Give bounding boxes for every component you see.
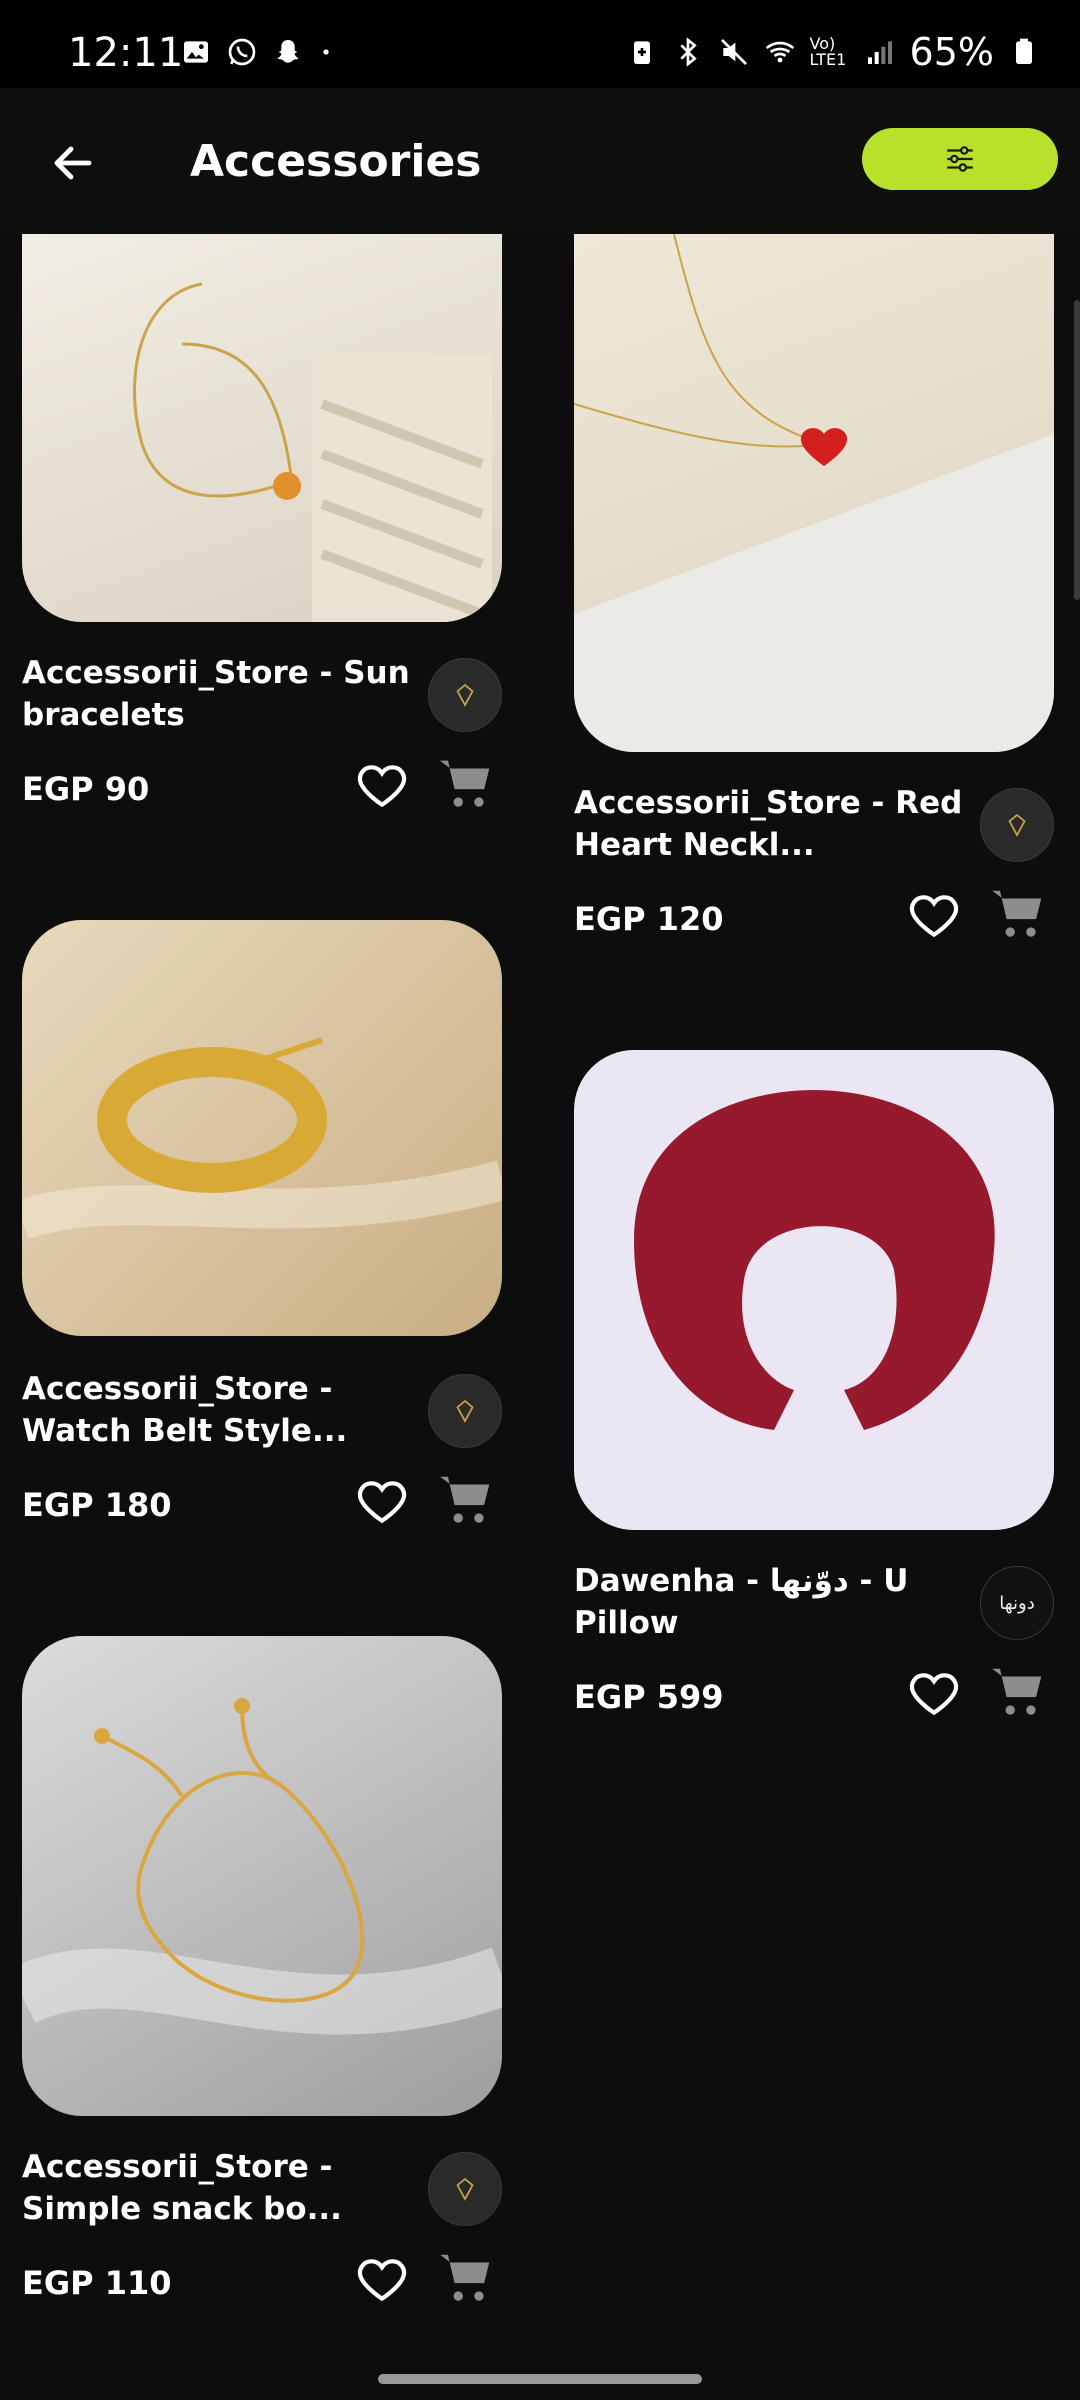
chain-bracelet-image — [22, 1037, 502, 1240]
diamond-logo-icon — [1008, 813, 1026, 837]
scrollbar[interactable] — [1074, 300, 1080, 600]
product-name[interactable]: Accessorii_Store - Sun bracelets — [22, 652, 412, 736]
product-image[interactable] — [574, 1050, 1054, 1530]
product-name[interactable]: Accessorii_Store - Simple snack bo... — [22, 2146, 412, 2230]
add-to-cart-button[interactable] — [986, 882, 1050, 946]
store-logo[interactable]: دونها — [980, 1566, 1054, 1640]
favorite-button[interactable] — [352, 756, 412, 816]
battery-icon — [1016, 38, 1032, 64]
app-bar: Accessories — [0, 88, 1080, 234]
home-indicator[interactable] — [378, 2374, 702, 2384]
heart-outline-icon — [909, 1673, 959, 1716]
product-price: EGP 90 — [22, 770, 150, 808]
bracelet-image — [133, 282, 492, 622]
store-logo-text: دونها — [999, 1592, 1035, 1614]
product-card[interactable]: Dawenha - دوّنها - U Pillow دونها EGP 59… — [574, 1050, 1054, 1730]
bluetooth-icon — [679, 37, 697, 67]
diamond-logo-icon — [456, 1399, 474, 1423]
signal-icon — [867, 41, 892, 64]
cart-icon — [440, 760, 490, 807]
battery-percent: 65% — [909, 30, 994, 74]
add-to-cart-button[interactable] — [434, 1468, 498, 1532]
status-bar: 12:11 Vo) LTE1 65% — [0, 0, 1080, 88]
product-image[interactable] — [574, 234, 1054, 752]
product-card[interactable]: Accessorii_Store - Simple snack bo... EG… — [22, 1636, 502, 2316]
necklace-image — [574, 234, 1054, 752]
product-price: EGP 110 — [22, 2264, 172, 2302]
store-logo[interactable] — [428, 1374, 502, 1448]
product-image[interactable] — [22, 920, 502, 1336]
favorite-button[interactable] — [904, 1664, 964, 1724]
cart-icon — [440, 1476, 490, 1523]
arrow-left-icon — [54, 146, 92, 180]
cart-icon — [992, 890, 1042, 937]
store-logo[interactable] — [980, 788, 1054, 862]
product-price: EGP 599 — [574, 1678, 724, 1716]
notification-icons — [180, 36, 334, 68]
sliders-icon — [947, 146, 973, 172]
dot-icon — [323, 49, 329, 55]
image-icon — [184, 41, 208, 63]
pillow-image — [634, 1090, 995, 1430]
heart-outline-icon — [909, 895, 959, 938]
wifi-icon — [765, 41, 794, 63]
product-name[interactable]: Dawenha - دوّنها - U Pillow — [574, 1560, 964, 1644]
cart-icon — [992, 1668, 1042, 1715]
product-name[interactable]: Accessorii_Store - Watch Belt Style... — [22, 1368, 412, 1452]
snapchat-icon — [277, 40, 299, 63]
diamond-logo-icon — [456, 683, 474, 707]
favorite-button[interactable] — [352, 1472, 412, 1532]
system-icons: Vo) LTE1 65% — [626, 30, 1040, 74]
product-image[interactable] — [22, 1636, 502, 2116]
product-card[interactable]: Accessorii_Store - Sun bracelets EGP 90 — [22, 234, 502, 834]
network-type: Vo) LTE1 — [809, 34, 847, 69]
store-logo[interactable] — [428, 2152, 502, 2226]
diamond-logo-icon — [456, 2177, 474, 2201]
favorite-button[interactable] — [904, 886, 964, 946]
product-image[interactable] — [22, 234, 502, 622]
filter-button[interactable] — [862, 128, 1058, 190]
store-logo[interactable] — [428, 658, 502, 732]
heart-outline-icon — [357, 765, 407, 808]
heart-outline-icon — [357, 2259, 407, 2302]
product-price: EGP 180 — [22, 1486, 172, 1524]
product-name[interactable]: Accessorii_Store - Red Heart Neckl... — [574, 782, 964, 866]
page-title: Accessories — [190, 136, 482, 187]
add-to-cart-button[interactable] — [434, 752, 498, 816]
back-button[interactable] — [40, 130, 106, 196]
add-to-cart-button[interactable] — [434, 2246, 498, 2310]
product-card[interactable]: Accessorii_Store - Watch Belt Style... E… — [22, 920, 502, 1540]
add-to-cart-button[interactable] — [986, 1660, 1050, 1724]
product-card[interactable]: Accessorii_Store - Red Heart Neckl... EG… — [574, 234, 1054, 964]
mute-icon — [720, 39, 747, 65]
product-price: EGP 120 — [574, 900, 724, 938]
battery-saver-icon — [633, 41, 650, 64]
status-time: 12:11 — [68, 30, 184, 76]
cart-icon — [440, 2254, 490, 2301]
heart-outline-icon — [357, 1481, 407, 1524]
snake-bracelet-image — [22, 1698, 502, 2035]
favorite-button[interactable] — [352, 2250, 412, 2310]
whatsapp-icon — [228, 38, 256, 66]
